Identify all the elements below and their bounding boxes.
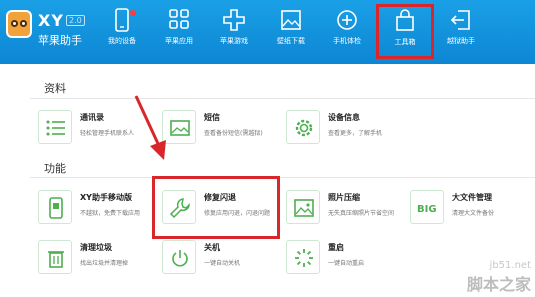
apps-grid-icon <box>169 9 189 29</box>
tool-shutdown[interactable]: 关机 一键自动关机 <box>162 238 292 278</box>
nav-wallpaper[interactable]: 壁纸下载 <box>263 6 319 56</box>
brand-name: XY <box>38 11 64 30</box>
tool-sms[interactable]: 短信 查看备份短信(需越狱) <box>162 108 292 148</box>
jailbreak-exit-icon <box>450 10 470 30</box>
nav-my-device[interactable]: 我的设备 <box>94 6 150 56</box>
tool-desc: 不越狱，免费下载应用 <box>80 210 141 217</box>
watermark: jb51.net 脚本之家 <box>467 260 531 295</box>
tool-desc: 一键自动关机 <box>204 260 241 267</box>
game-cross-icon <box>223 9 245 31</box>
tool-desc: 无失真压缩照片节省空间 <box>328 210 395 217</box>
nav-toolbox[interactable]: 工具箱 <box>376 4 434 59</box>
section-title-data: 资料 <box>44 82 66 95</box>
tool-photo-compress[interactable]: 照片压缩 无失真压缩照片节省空间 <box>286 188 416 228</box>
tool-device-info[interactable]: 设备信息 查看更多，了解手机 <box>286 108 416 148</box>
contacts-list-icon <box>38 110 72 144</box>
tool-name: 通讯录 <box>80 113 104 122</box>
tool-name: 关机 <box>204 243 220 252</box>
section-divider <box>30 98 535 99</box>
tool-desc: 轻松管理手机联系人 <box>80 130 135 137</box>
section-title-function: 功能 <box>44 162 66 175</box>
nav-label: 工具箱 <box>394 38 416 46</box>
svg-text:BIG: BIG <box>417 204 437 215</box>
nav-label: 我的设备 <box>108 37 136 45</box>
highlight-box <box>152 176 280 239</box>
top-bar: XY 2.0 苹果助手 我的设备 苹果应用 苹果游戏 壁纸下载 手机体检 工具箱… <box>0 0 535 64</box>
toolbox-icon <box>396 9 414 31</box>
tool-desc: 查看备份短信(需越狱) <box>204 130 263 137</box>
tool-desc: 查看更多，了解手机 <box>328 130 383 137</box>
trash-icon <box>38 240 72 274</box>
nav-health-check[interactable]: 手机体检 <box>319 6 375 56</box>
logo-eye-right <box>20 20 27 27</box>
nav-jailbreak[interactable]: 越狱助手 <box>433 6 489 56</box>
tool-name: 设备信息 <box>328 113 360 122</box>
tool-name: 清理垃圾 <box>80 243 112 252</box>
tool-name: 大文件管理 <box>452 193 492 202</box>
nav-label: 壁纸下载 <box>277 37 305 45</box>
tool-clean-junk[interactable]: 清理垃圾 找出垃圾并清理掉 <box>38 238 168 278</box>
watermark-text: 脚本之家 <box>466 275 531 294</box>
tool-desc: 一键自动重启 <box>328 260 365 267</box>
nav-label: 苹果应用 <box>165 37 193 45</box>
tool-big-file[interactable]: BIG 大文件管理 清理大文件备份 <box>410 188 535 228</box>
nav-apple-apps[interactable]: 苹果应用 <box>151 6 207 56</box>
tool-name: 重启 <box>328 243 344 252</box>
xy-logo-icon <box>6 10 32 38</box>
brand-subtitle: 苹果助手 <box>38 34 82 47</box>
notification-dot <box>130 10 136 16</box>
tool-desc: 找出垃圾并清理掉 <box>80 260 129 267</box>
wallpaper-icon <box>281 10 301 30</box>
photo-icon <box>286 190 320 224</box>
section-divider <box>30 177 535 178</box>
tool-desc: 清理大文件备份 <box>452 210 495 217</box>
mobile-app-icon <box>38 190 72 224</box>
health-check-icon <box>337 10 357 30</box>
annotation-arrow-icon <box>134 95 166 160</box>
restart-icon <box>286 240 320 274</box>
watermark-site: jb51.net <box>489 260 531 271</box>
tool-restart[interactable]: 重启 一键自动重启 <box>286 238 416 278</box>
big-badge-icon: BIG <box>410 190 444 224</box>
tool-name: XY助手移动版 <box>80 193 132 202</box>
nav-label: 手机体检 <box>333 37 361 45</box>
logo-eye-left <box>11 20 18 27</box>
gear-icon <box>286 110 320 144</box>
nav-label: 越狱助手 <box>447 37 475 45</box>
power-icon <box>162 240 196 274</box>
tool-name: 短信 <box>204 113 220 122</box>
nav-apple-games[interactable]: 苹果游戏 <box>206 6 262 56</box>
nav-label: 苹果游戏 <box>220 37 248 45</box>
xy-assistant-window: XY 2.0 苹果助手 我的设备 苹果应用 苹果游戏 壁纸下载 手机体检 工具箱… <box>0 0 535 297</box>
tool-name: 照片压缩 <box>328 193 360 202</box>
brand-version: 2.0 <box>66 15 85 26</box>
tool-xy-mobile[interactable]: XY助手移动版 不越狱，免费下载应用 <box>38 188 168 228</box>
